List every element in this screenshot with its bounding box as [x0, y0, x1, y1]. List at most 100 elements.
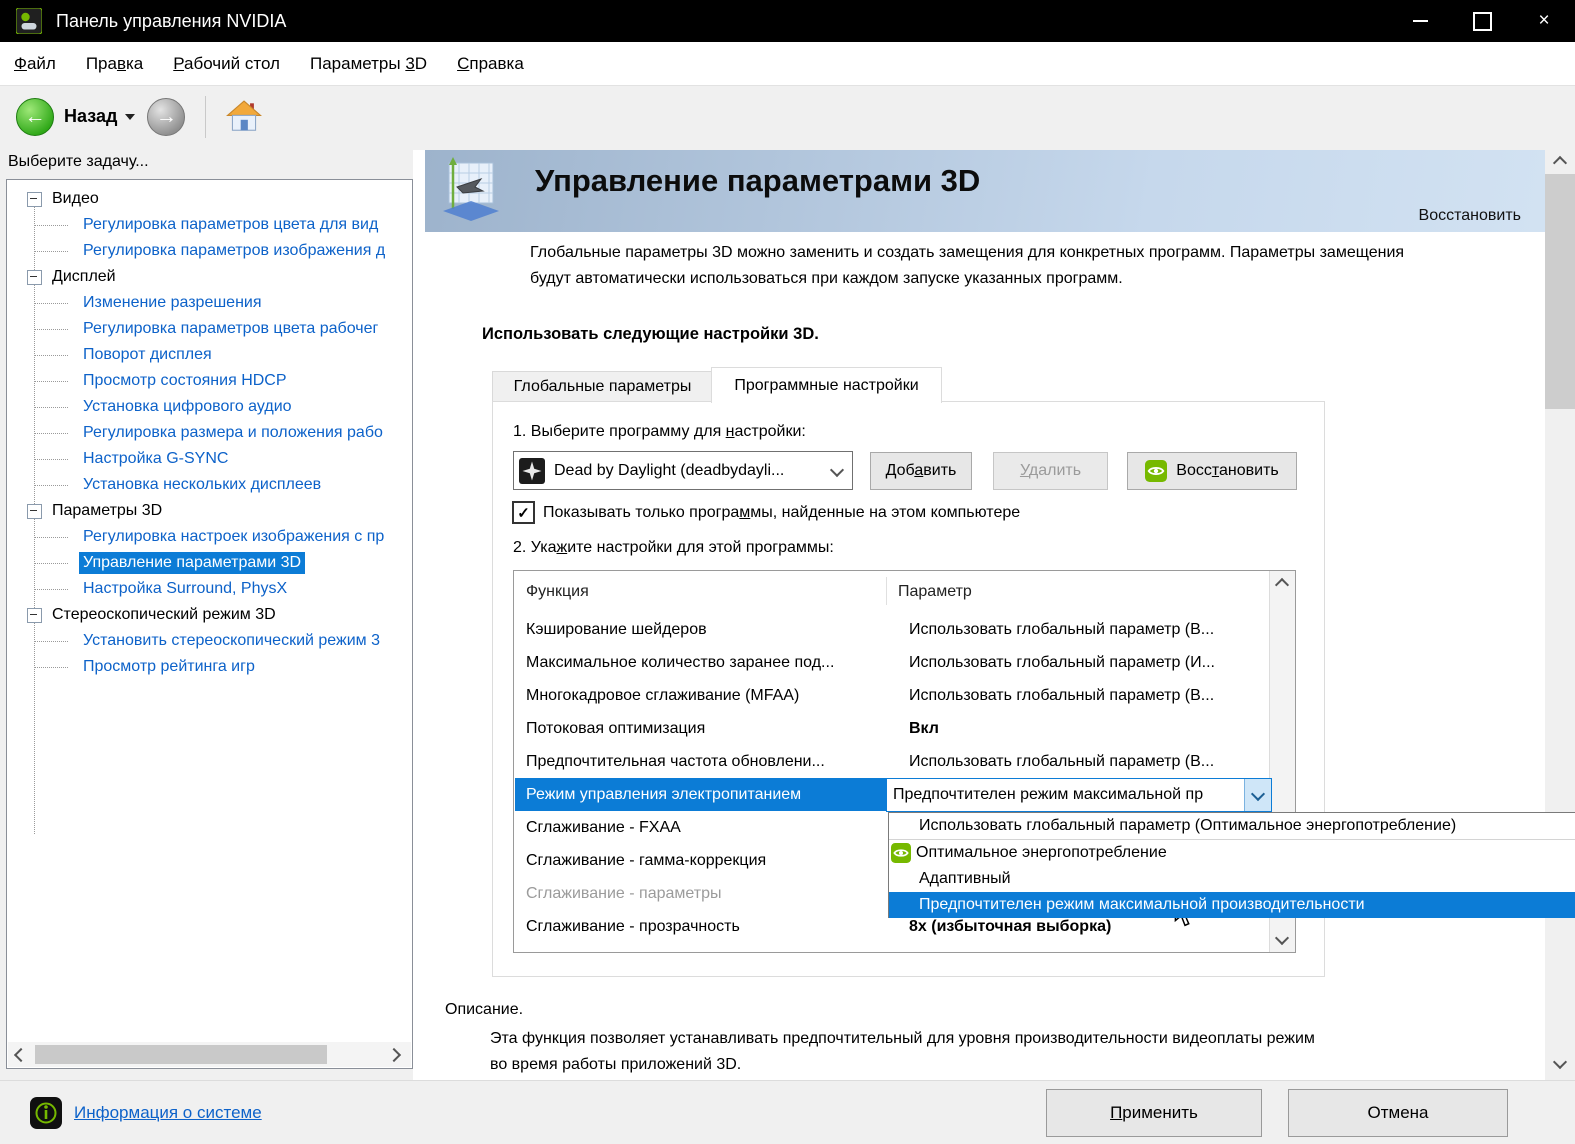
column-divider — [886, 577, 887, 605]
menu-help[interactable]: Справка — [442, 42, 539, 85]
title-bar: Панель управления NVIDIA × — [0, 0, 1575, 42]
home-icon[interactable] — [226, 100, 263, 133]
add-button[interactable]: Добавить — [870, 452, 972, 490]
tree-item-surround-physx[interactable]: Настройка Surround, PhysX — [7, 576, 410, 602]
toolbar-separator — [205, 95, 207, 138]
apply-button[interactable]: Применить — [1046, 1089, 1262, 1137]
close-button[interactable]: × — [1513, 0, 1575, 42]
page-banner: Управление параметрами 3D Восстановить — [425, 150, 1545, 232]
collapse-icon[interactable] — [27, 191, 42, 207]
tab-global-settings[interactable]: Глобальные параметры — [492, 371, 713, 403]
footer-bar: Информация о системе Применить Отмена — [0, 1080, 1575, 1144]
checkbox-check-icon: ✓ — [512, 501, 535, 524]
minimize-icon — [1412, 20, 1428, 22]
power-mode-combo-value: Предпочтителен режим максимальной пр — [893, 786, 1204, 803]
column-header-parameter[interactable]: Параметр — [898, 583, 972, 601]
back-label: Назад — [64, 106, 118, 126]
show-only-installed-checkbox[interactable]: ✓ Показывать только программы, найденные… — [512, 501, 1020, 524]
intro-text: Глобальные параметры 3D можно заменить и… — [530, 244, 1405, 287]
system-info-icon — [30, 1097, 62, 1129]
close-icon: × — [1538, 10, 1550, 31]
step1-label: 1. Выберите программу для настройки: — [513, 423, 806, 440]
nvidia-app-icon — [16, 8, 42, 34]
tree-group-3d-settings[interactable]: Параметры 3D — [7, 498, 410, 524]
back-button[interactable]: ← — [16, 97, 54, 136]
restore-defaults-link[interactable]: Восстановить — [1419, 207, 1521, 225]
chevron-down-icon[interactable] — [1244, 779, 1271, 811]
checkbox-label: Показывать только программы, найденные н… — [543, 503, 1021, 521]
tree-group-video[interactable]: Видео — [7, 186, 410, 212]
scroll-right-icon[interactable] — [386, 1047, 402, 1062]
tree-item-image-settings-video[interactable]: Регулировка параметров изображения д — [7, 238, 410, 264]
table-row[interactable]: Максимальное количество заранее под... Ис… — [515, 646, 1269, 679]
tree-item-change-resolution[interactable]: Изменение разрешения — [7, 290, 410, 316]
chevron-down-icon[interactable] — [822, 462, 852, 480]
tree-item-color-settings-video[interactable]: Регулировка параметров цвета для вид — [7, 212, 410, 238]
nvidia-eye-icon — [1145, 460, 1168, 482]
description-title: Описание. — [445, 1001, 524, 1018]
maximize-button[interactable] — [1451, 0, 1513, 42]
menu-bar: Файл Правка Рабочий стол Параметры 3D Сп… — [0, 42, 1575, 86]
dead-by-daylight-icon — [519, 457, 545, 484]
dropdown-option-optimal[interactable]: Оптимальное энергопотребление — [889, 840, 1575, 866]
tree-item-digital-audio[interactable]: Установка цифрового аудио — [7, 394, 410, 420]
sidebar-header: Выберите задачу... — [8, 153, 149, 170]
tree-item-desktop-size-position[interactable]: Регулировка размера и положения рабо — [7, 420, 410, 446]
menu-desktop[interactable]: Рабочий стол — [158, 42, 295, 85]
back-history-caret-icon[interactable] — [125, 113, 136, 120]
collapse-icon[interactable] — [27, 269, 42, 285]
program-combo-value: Dead by Daylight (deadbydayli... — [554, 461, 785, 479]
forward-button[interactable]: → — [147, 97, 186, 136]
back-arrow-icon: ← — [24, 104, 46, 128]
tree-item-gsync-setup[interactable]: Настройка G-SYNC — [7, 446, 410, 472]
tree-item-multiple-displays[interactable]: Установка нескольких дисплеев — [7, 472, 410, 498]
tree-group-display[interactable]: Дисплей — [7, 264, 410, 290]
tree-item-rotate-display[interactable]: Поворот дисплея — [7, 342, 410, 368]
collapse-icon[interactable] — [27, 607, 42, 623]
window-title: Панель управления NVIDIA — [56, 10, 287, 31]
tree-item-adjust-image-preview[interactable]: Регулировка настроек изображения с пр — [7, 524, 410, 550]
restore-button[interactable]: Восстановить — [1127, 452, 1297, 490]
cancel-button[interactable]: Отмена — [1288, 1089, 1508, 1137]
column-header-function[interactable]: Функция — [526, 583, 589, 601]
scroll-up-icon[interactable] — [1274, 577, 1290, 593]
table-row[interactable]: Многокадровое сглаживание (MFAA) Использо… — [515, 679, 1269, 712]
tree-item-game-ratings[interactable]: Просмотр рейтинга игр — [7, 654, 410, 680]
scroll-down-icon[interactable] — [1274, 930, 1290, 946]
scroll-down-icon[interactable] — [1552, 1054, 1568, 1070]
table-row[interactable]: Предпочтительная частота обновлени... Исп… — [515, 745, 1269, 778]
menu-edit[interactable]: Правка — [71, 42, 158, 85]
table-row[interactable]: Потоковая оптимизация Вкл — [515, 712, 1269, 745]
table-row[interactable]: Кэширование шейдеров Использовать глобаль… — [515, 613, 1269, 646]
dropdown-option-max-performance[interactable]: Предпочтителен режим максимальной произв… — [889, 892, 1575, 918]
main-vertical-scrollbar[interactable] — [1545, 150, 1575, 1075]
scrollbar-thumb[interactable] — [1545, 174, 1575, 409]
collapse-icon[interactable] — [27, 503, 42, 519]
tree-group-stereo-3d[interactable]: Стереоскопический режим 3D — [7, 602, 410, 628]
page-title: Управление параметрами 3D — [535, 163, 981, 198]
dropdown-option-global[interactable]: Использовать глобальный параметр (Оптима… — [889, 813, 1575, 840]
tree-item-manage-3d-settings[interactable]: Управление параметрами 3D — [7, 550, 410, 576]
menu-3d-settings[interactable]: Параметры 3D — [295, 42, 442, 85]
scroll-left-icon[interactable] — [13, 1047, 29, 1062]
tab-program-settings[interactable]: Программные настройки — [711, 367, 942, 403]
section-heading: Использовать следующие настройки 3D. — [482, 325, 819, 343]
tree-item-desktop-color[interactable]: Регулировка параметров цвета рабочег — [7, 316, 410, 342]
nvidia-control-panel-window: Панель управления NVIDIA × Файл Правка Р… — [0, 0, 1575, 1144]
program-select-combo[interactable]: Dead by Daylight (deadbydayli... — [513, 451, 853, 490]
minimize-button[interactable] — [1389, 0, 1451, 42]
toolbar: ← Назад → — [0, 86, 1575, 147]
tree-item-set-stereo-mode[interactable]: Установить стереоскопический режим 3 — [7, 628, 410, 654]
power-mode-dropdown-list: Использовать глобальный параметр (Оптима… — [888, 812, 1575, 918]
sidebar-horizontal-scrollbar[interactable] — [8, 1042, 411, 1067]
system-info-link[interactable]: Информация о системе — [74, 1103, 262, 1123]
power-mode-combo[interactable]: Предпочтителен режим максимальной пр — [886, 778, 1272, 812]
remove-button[interactable]: Удалить — [993, 452, 1108, 490]
dropdown-option-adaptive[interactable]: Адаптивный — [889, 866, 1575, 892]
maximize-icon — [1472, 11, 1492, 31]
menu-file[interactable]: Файл — [0, 42, 71, 85]
tree-item-hdcp-status[interactable]: Просмотр состояния HDCP — [7, 368, 410, 394]
scroll-up-icon[interactable] — [1552, 155, 1568, 171]
scrollbar-thumb[interactable] — [35, 1045, 327, 1064]
task-tree: Видео Регулировка параметров цвета для в… — [7, 186, 410, 680]
